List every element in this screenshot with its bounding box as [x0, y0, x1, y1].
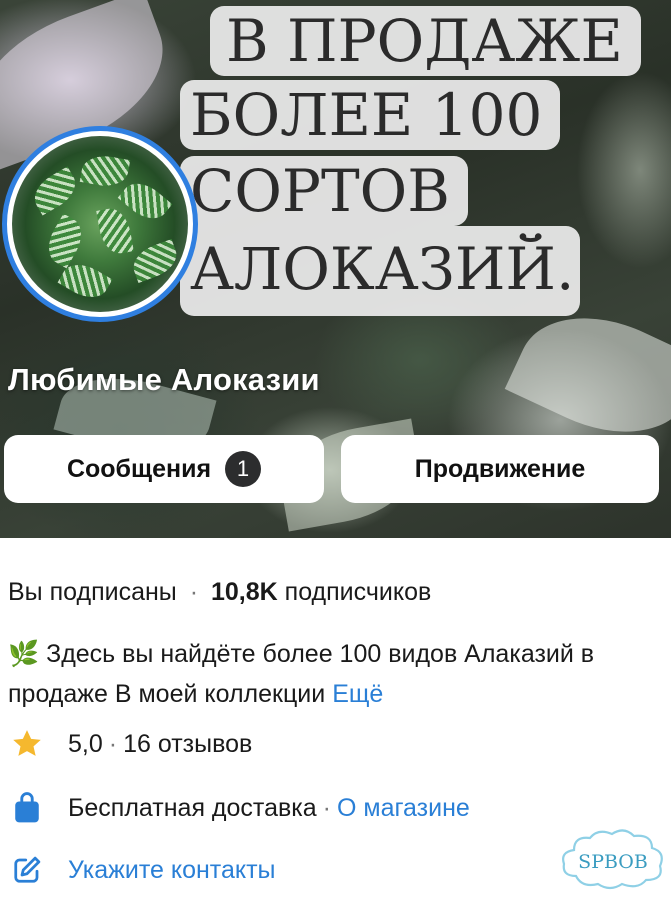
edit-icon — [8, 851, 46, 889]
contacts-row[interactable]: Укажите контакты — [8, 851, 276, 889]
subscribed-status: Вы подписаны — [8, 578, 177, 606]
cover-image: В ПРОДАЖЕ БОЛЕЕ 100 СОРТОВ АЛОКАЗИЙ. Люб… — [0, 0, 671, 538]
messages-label: Сообщения — [66, 454, 212, 483]
cover-banner-line: В ПРОДАЖЕ — [210, 6, 641, 76]
group-description: 🌿 Здесь вы найдёте более 100 видов Алака… — [8, 634, 648, 714]
reviews-count: 16 отзывов — [123, 729, 253, 758]
star-icon — [8, 725, 46, 763]
shopping-bag-icon — [8, 789, 46, 827]
separator-dot: · — [108, 729, 118, 758]
subscribers-count: 10,8K — [210, 578, 278, 606]
promote-label: Продвижение — [414, 454, 586, 483]
subscribers-line[interactable]: Вы подписаны · 10,8K подписчиков — [8, 578, 431, 607]
delivery-text: Бесплатная доставка — [68, 793, 317, 822]
separator-dot: · — [189, 578, 199, 606]
subscribers-label: подписчиков — [284, 578, 432, 606]
promote-button[interactable]: Продвижение — [341, 435, 659, 503]
cover-banner-line: АЛОКАЗИЙ. — [180, 226, 580, 316]
messages-button[interactable]: Сообщения 1 — [4, 435, 324, 503]
group-avatar[interactable] — [2, 126, 198, 322]
cover-banner-line: БОЛЕЕ 100 — [180, 80, 561, 150]
contacts-link: Укажите контакты — [68, 855, 276, 884]
separator-dot: · — [322, 793, 331, 822]
watermark-logo: SPBOB — [558, 826, 668, 892]
watermark-text: SPBOB — [578, 851, 648, 873]
delivery-row: Бесплатная доставка · О магазине — [8, 789, 470, 827]
shop-info-link[interactable]: О магазине — [337, 794, 470, 823]
more-link[interactable]: Ещё — [332, 680, 383, 708]
rating-row[interactable]: 5,0 · 16 отзывов — [8, 725, 252, 763]
description-text: Здесь вы найдёте более 100 видов Алакази… — [8, 640, 595, 708]
avatar-image — [12, 136, 188, 312]
herb-icon: 🌿 — [8, 640, 40, 668]
group-name: Любимые Алоказии — [8, 362, 320, 397]
rating-value: 5,0 — [68, 729, 103, 758]
cover-banner-line: СОРТОВ — [180, 156, 468, 226]
messages-count-badge: 1 — [225, 451, 262, 487]
